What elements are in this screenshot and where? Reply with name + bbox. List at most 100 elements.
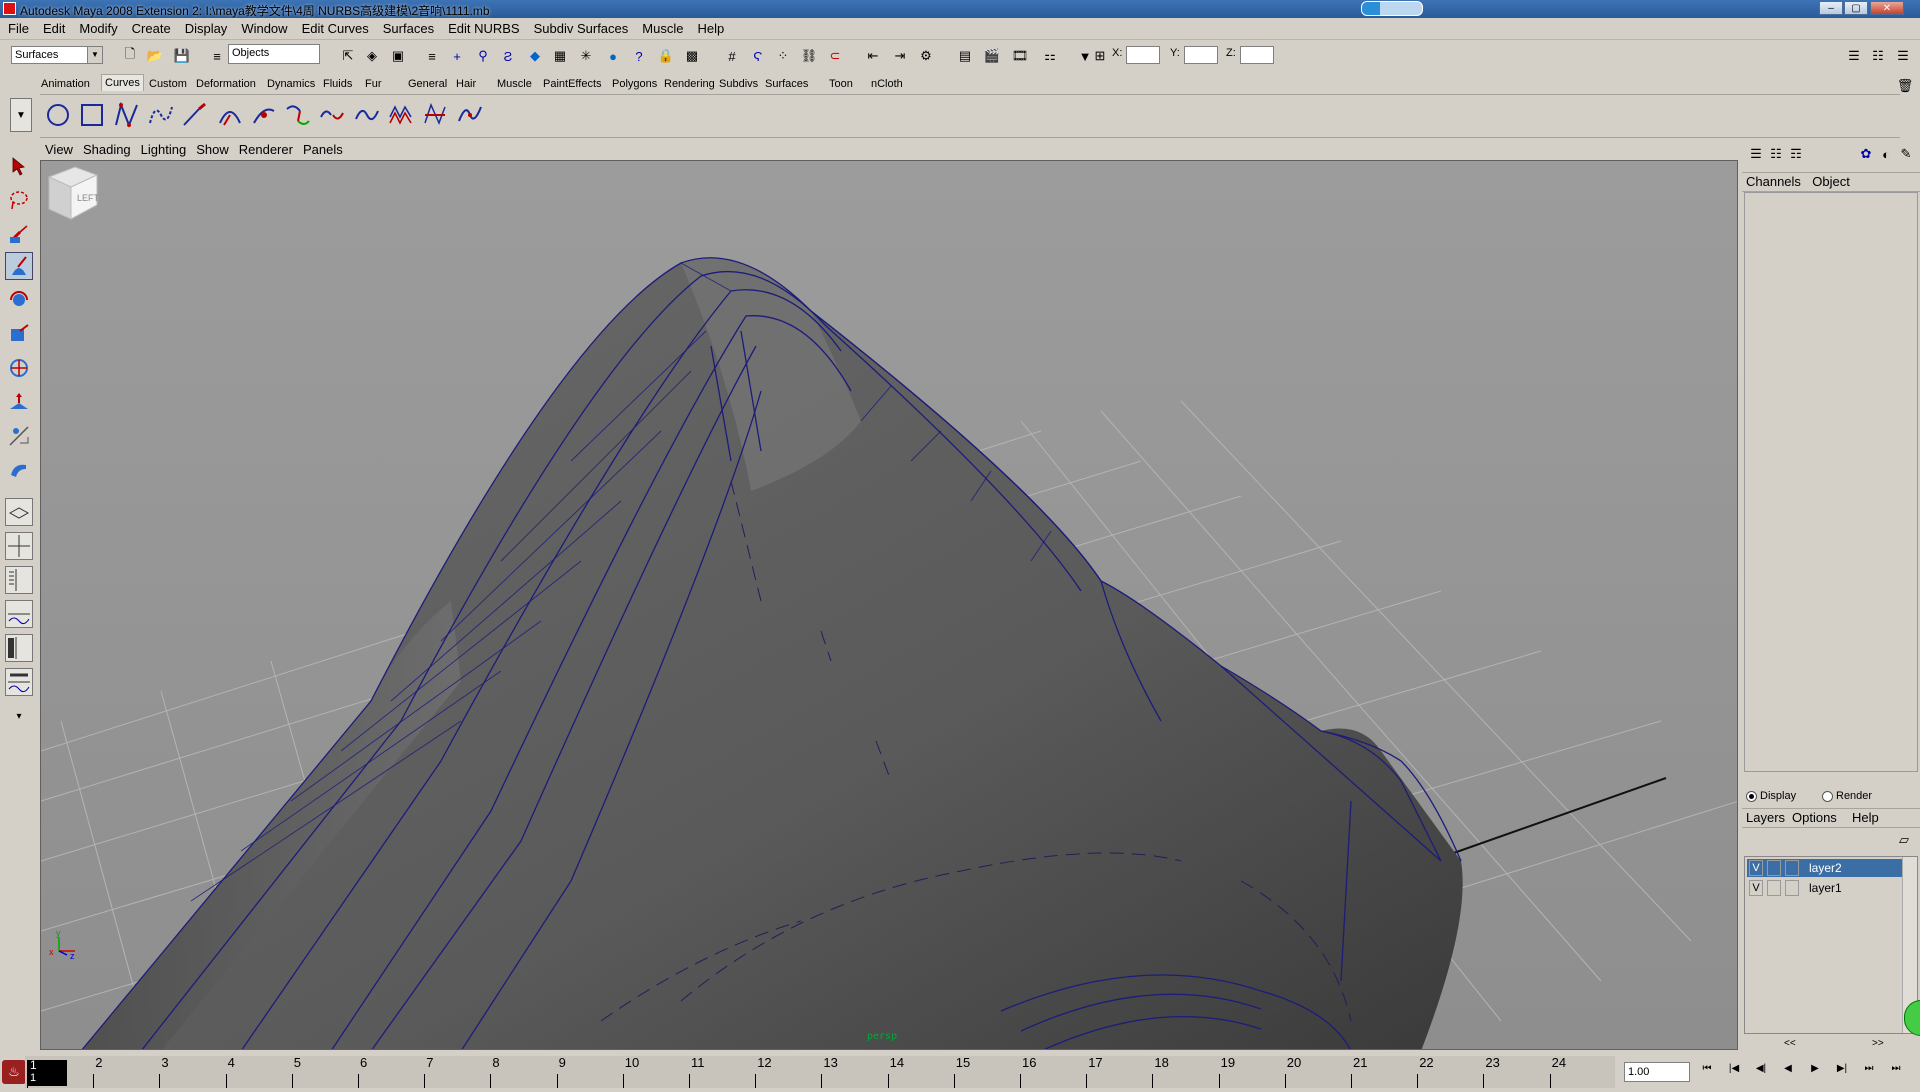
menu-edit-curves[interactable]: Edit Curves: [295, 18, 376, 39]
persp-outliner-layout-icon[interactable]: [5, 566, 33, 594]
shelf-tab-hair[interactable]: Hair: [453, 76, 479, 92]
play-forwards-icon[interactable]: ▶: [1804, 1060, 1826, 1078]
scroll-left-button[interactable]: <<: [1784, 1038, 1796, 1049]
layers-menu[interactable]: Layers: [1746, 809, 1785, 827]
shelf-tab-subdivs[interactable]: Subdivs: [716, 76, 761, 92]
output-history-icon[interactable]: ⇥: [890, 46, 910, 66]
save-scene-icon[interactable]: 💾: [172, 46, 192, 66]
selection-mode-field[interactable]: Objects: [228, 44, 320, 64]
layer-display-type-toggle[interactable]: [1767, 880, 1781, 896]
layer-row[interactable]: Vlayer1: [1747, 879, 1903, 897]
go-to-start-icon[interactable]: ⏮: [1696, 1060, 1718, 1078]
maya-help-icon[interactable]: ♨: [2, 1060, 26, 1084]
select-dynamics-icon[interactable]: ✳: [576, 46, 596, 66]
go-to-end-icon[interactable]: ⏭: [1885, 1060, 1907, 1078]
layer-visibility-toggle[interactable]: V: [1749, 860, 1763, 876]
shelf-tab-deformation[interactable]: Deformation: [193, 76, 259, 92]
single-perspective-layout-icon[interactable]: [5, 498, 33, 526]
x-field[interactable]: [1126, 46, 1160, 64]
universal-manipulator-icon[interactable]: [5, 354, 33, 382]
channel-box-icon[interactable]: ☰: [1746, 144, 1766, 164]
new-scene-icon[interactable]: 🗋: [120, 46, 140, 66]
step-forward-frame-icon[interactable]: ▶|: [1831, 1060, 1853, 1078]
menu-subdiv-surfaces[interactable]: Subdiv Surfaces: [527, 18, 636, 39]
help-menu[interactable]: Help: [1852, 809, 1879, 827]
shelf-tab-general[interactable]: General: [405, 76, 450, 92]
layer-row[interactable]: Vlayer2: [1747, 859, 1903, 877]
render-current-frame-icon[interactable]: 🎬: [982, 46, 1002, 66]
rotate-tool-icon[interactable]: [5, 286, 33, 314]
input-history-icon[interactable]: ⇤: [863, 46, 883, 66]
render-radio[interactable]: Render: [1822, 790, 1872, 802]
rebuild-curve-icon[interactable]: [421, 101, 449, 129]
y-field[interactable]: [1184, 46, 1218, 64]
shelf-tab-fur[interactable]: Fur: [362, 76, 385, 92]
layer-color-swatch[interactable]: [1785, 860, 1799, 876]
arc-icon[interactable]: [216, 101, 244, 129]
shelf-tab-toon[interactable]: Toon: [826, 76, 856, 92]
play-backwards-icon[interactable]: ◀: [1777, 1060, 1799, 1078]
select-hierarchy-icon[interactable]: ⇱: [338, 46, 358, 66]
panel-menu-lighting[interactable]: Lighting: [136, 138, 192, 162]
shelf-tab-polygons[interactable]: Polygons: [609, 76, 660, 92]
offset-curve-icon[interactable]: [387, 101, 415, 129]
select-deformations-icon[interactable]: ▦: [550, 46, 570, 66]
snap-view-plane-icon[interactable]: ⛓: [799, 46, 819, 66]
selection-mode-menu-icon[interactable]: ≡: [207, 46, 227, 66]
time-slider[interactable]: 1 1 2 3 4 5 6 7 8 9 10 11 12 13 14 15 16 17 18 19 20 21 22 23…: [25, 1055, 1615, 1088]
menu-help[interactable]: Help: [690, 18, 731, 39]
shelf-tab-rendering[interactable]: Rendering: [661, 76, 718, 92]
menu-window[interactable]: Window: [234, 18, 294, 39]
menu-modify[interactable]: Modify: [72, 18, 124, 39]
select-misc-icon[interactable]: ?: [629, 46, 649, 66]
minimize-button[interactable]: ‒: [1819, 1, 1843, 15]
channel-box-area[interactable]: [1744, 192, 1918, 772]
select-object-icon[interactable]: ◈: [362, 46, 382, 66]
shelf-tab-dynamics[interactable]: Dynamics: [264, 76, 318, 92]
soft-modification-icon[interactable]: [5, 388, 33, 416]
menu-display[interactable]: Display: [178, 18, 235, 39]
layout-menu-chevron-icon[interactable]: ▾: [5, 702, 33, 730]
select-rendering-icon[interactable]: ●: [603, 46, 623, 66]
detach-curves-icon[interactable]: [318, 101, 346, 129]
layer-editor-icon[interactable]: ☷: [1766, 144, 1786, 164]
shelf-tab-custom[interactable]: Custom: [146, 76, 190, 92]
make-live-icon[interactable]: ⊂: [825, 46, 845, 66]
snap-grid-icon[interactable]: #: [722, 46, 742, 66]
current-frame-marker[interactable]: 1 1: [27, 1058, 67, 1086]
four-view-layout-icon[interactable]: [5, 532, 33, 560]
select-handles-icon[interactable]: +: [447, 46, 467, 66]
shelf-tab-ncloth[interactable]: nCloth: [868, 76, 906, 92]
outliner-graph-layout-icon[interactable]: [5, 668, 33, 696]
channel-box-toggle-icon[interactable]: ☰: [1893, 46, 1913, 66]
tool-settings-toggle-icon[interactable]: ☷: [1868, 46, 1888, 66]
select-tool-icon[interactable]: [5, 152, 33, 180]
shelf-tab-muscle[interactable]: Muscle: [494, 76, 535, 92]
panel-menu-panels[interactable]: Panels: [298, 138, 348, 162]
menu-edit-nurbs[interactable]: Edit NURBS: [441, 18, 527, 39]
layer-color-swatch[interactable]: [1785, 880, 1799, 896]
panel-menu-view[interactable]: View: [40, 138, 78, 162]
ipr-render-icon[interactable]: 🎞: [1010, 46, 1030, 66]
snap-curve-icon[interactable]: Ϛ: [748, 46, 768, 66]
perspective-viewport[interactable]: x y z LEFT persp: [40, 160, 1738, 1050]
menu-muscle[interactable]: Muscle: [635, 18, 690, 39]
persp-graph-layout-icon[interactable]: [5, 600, 33, 628]
step-forward-key-icon[interactable]: ⏭: [1858, 1060, 1880, 1078]
paint-select-tool-icon[interactable]: [5, 220, 33, 248]
shelf-tab-curves[interactable]: Curves: [101, 74, 144, 91]
pencil-curve-icon[interactable]: [181, 101, 209, 129]
create-layer-icon[interactable]: ▱: [1894, 830, 1914, 850]
construction-history-icon[interactable]: ⚙: [916, 46, 936, 66]
render-view-icon[interactable]: ▤: [955, 46, 975, 66]
nurbs-circle-icon[interactable]: [44, 101, 72, 129]
maximize-button[interactable]: ▢: [1844, 1, 1868, 15]
panel-menu-renderer[interactable]: Renderer: [234, 138, 298, 162]
cv-curve-icon[interactable]: [113, 101, 141, 129]
arc-two-point-icon[interactable]: [250, 101, 278, 129]
layer-display-type-toggle[interactable]: [1767, 860, 1781, 876]
hypershade-layout-icon[interactable]: [5, 634, 33, 662]
shelf-tab-painteffects[interactable]: PaintEffects: [540, 76, 605, 92]
lock-selection-icon[interactable]: 🔒: [656, 46, 676, 66]
shelf-menu-icon[interactable]: ▼: [10, 98, 32, 132]
